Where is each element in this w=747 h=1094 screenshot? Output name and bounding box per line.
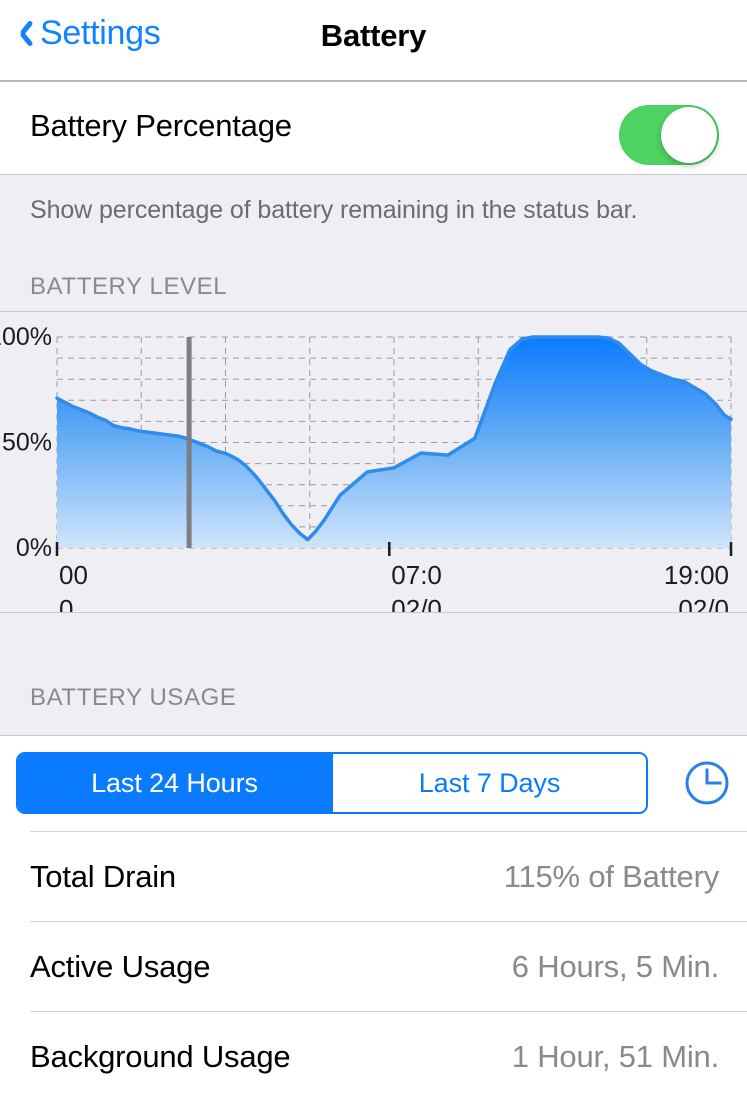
svg-text:00: 00 [59,560,88,590]
segment-last-7-days[interactable]: Last 7 Days [333,754,646,812]
battery-percentage-footer: Show percentage of battery remaining in … [30,196,638,224]
row-divider [30,1011,747,1012]
battery-settings-screen: Settings Battery Battery Percentage Show… [0,0,747,1094]
background-usage-value: 1 Hour, 51 Min. [511,1039,719,1074]
total-drain-label: Total Drain [30,859,176,894]
row-divider [0,174,747,175]
clock-icon-svg [685,761,729,805]
clock-icon[interactable] [683,759,731,807]
page-title: Battery [320,18,427,53]
total-drain-value: 115% of Battery [503,859,719,894]
active-usage-value: 6 Hours, 5 Min. [511,949,719,984]
svg-text:02/0: 02/0 [678,594,729,612]
battery-level-section-header: BATTERY LEVEL [30,273,228,300]
navigation-bar: Settings Battery [0,0,747,82]
segment-last-24-hours[interactable]: Last 24 Hours [18,754,331,812]
battery-usage-section-header: BATTERY USAGE [30,684,237,711]
battery-percentage-label: Battery Percentage [30,108,292,143]
svg-text:100%: 100% [0,323,52,351]
toggle-knob [661,107,717,163]
table-row[interactable]: Background Usage 1 Hour, 51 Min. [0,1011,747,1094]
svg-text:0%: 0% [16,534,52,562]
table-row[interactable]: Active Usage 6 Hours, 5 Min. [0,921,747,1011]
svg-text:0: 0 [59,594,73,612]
battery-usage-card: Last 24 Hours Last 7 Days Total Drain 11… [0,735,747,1094]
battery-percentage-toggle[interactable] [619,105,719,165]
svg-text:02/0: 02/0 [391,594,442,612]
svg-text:50%: 50% [2,429,52,457]
battery-level-chart: 0%50%100%00007:002/019:0002/0 [0,312,747,612]
usage-range-segmented-control[interactable]: Last 24 Hours Last 7 Days [16,752,648,814]
table-row[interactable]: Total Drain 115% of Battery [0,831,747,921]
chart-bottom-divider [0,612,747,613]
battery-level-chart-svg: 0%50%100%00007:002/019:0002/0 [0,323,733,612]
row-divider [30,831,747,832]
background-usage-label: Background Usage [30,1039,291,1074]
battery-percentage-row[interactable]: Battery Percentage [0,82,747,175]
usage-card-divider [0,735,747,736]
svg-text:07:0: 07:0 [391,560,442,590]
active-usage-label: Active Usage [30,949,211,984]
row-divider [30,921,747,922]
chart-area [57,337,731,548]
svg-text:19:00: 19:00 [664,560,729,590]
